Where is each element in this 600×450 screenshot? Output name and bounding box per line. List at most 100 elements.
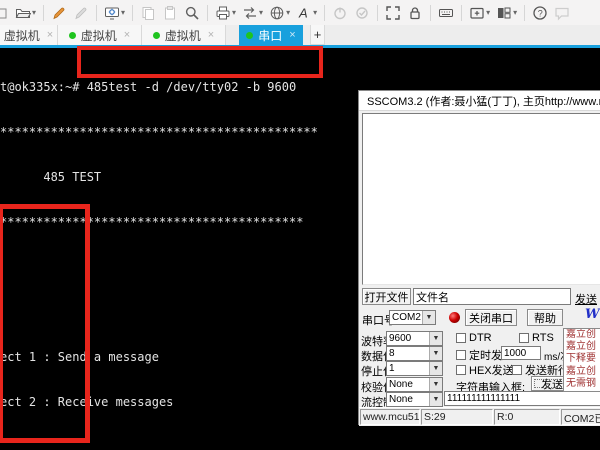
flow-value: None (389, 394, 429, 405)
tab-vm-1[interactable]: 虚拟机 × (0, 25, 58, 45)
globe-icon[interactable]: ▾ (266, 0, 293, 25)
ad-line: 下释要 (566, 353, 600, 365)
tab-vm-2[interactable]: 虚拟机 × (58, 25, 142, 45)
display-settings-icon[interactable]: ▾ (101, 0, 128, 25)
hex-send-label: HEX发送 (469, 362, 514, 378)
close-icon[interactable]: × (289, 29, 295, 41)
connect-icon[interactable] (48, 0, 70, 25)
annotation-box-recv-times (0, 204, 90, 443)
layout-icon[interactable]: ▾ (493, 0, 520, 25)
chevron-down-icon[interactable]: ▾ (286, 8, 290, 17)
svg-text:A: A (298, 5, 308, 20)
ad-line: 嘉立创 (566, 366, 600, 378)
hex-send-checkbox[interactable]: HEX发送 (456, 362, 514, 378)
help-button[interactable]: 帮助 (527, 309, 563, 326)
clipped-icon (0, 0, 12, 25)
chevron-down-icon[interactable]: ▼ (429, 332, 442, 345)
tab-vm-3[interactable]: 虚拟机 × (142, 25, 226, 45)
databits-select[interactable]: 8 ▼ (386, 346, 443, 361)
parity-select[interactable]: None ▼ (386, 377, 443, 392)
checkbox-icon (519, 333, 529, 343)
ad-line: 嘉立创 (566, 329, 600, 341)
toolbar-separator (43, 5, 44, 21)
status-site: www.mcu51.cor (360, 409, 420, 425)
tab-label: 虚拟机 (4, 27, 40, 44)
toolbar-separator (377, 5, 378, 21)
tab-serial[interactable]: 串口 × (239, 25, 303, 45)
serial-port-value: COM2 (392, 312, 422, 323)
new-tab-button[interactable]: + (310, 25, 325, 45)
status-bar: www.mcu51.cor S:29 R:0 COM2已打 (359, 407, 600, 426)
close-icon[interactable]: × (47, 29, 53, 41)
status-recv-count: R:0 (494, 409, 560, 425)
baud-select[interactable]: 9600 ▼ (386, 331, 443, 346)
svg-text:?: ? (538, 8, 543, 18)
send-file-link[interactable]: 发送 (575, 291, 597, 307)
checkbox-icon (456, 350, 466, 360)
open-file-button[interactable]: 打开文件 (362, 288, 411, 305)
window-title-bar[interactable]: SSCOM3.2 (作者:聂小猛(丁丁), 主页http://www.mcu (359, 91, 600, 111)
dtr-label: DTR (469, 332, 492, 344)
baud-value: 9600 (389, 333, 429, 344)
toolbar-separator (430, 5, 431, 21)
checkbox-icon (456, 333, 466, 343)
chevron-down-icon[interactable]: ▼ (429, 378, 442, 391)
chevron-down-icon[interactable]: ▾ (513, 8, 517, 17)
stopbits-select[interactable]: 1 ▼ (386, 361, 443, 376)
chevron-down-icon[interactable]: ▾ (32, 8, 36, 17)
power-icon (329, 0, 351, 25)
receive-text-area[interactable] (362, 113, 600, 285)
tab-label: 虚拟机 (165, 27, 201, 44)
toolbar-separator (324, 5, 325, 21)
chevron-down-icon[interactable]: ▾ (259, 8, 263, 17)
flow-select[interactable]: None ▼ (386, 392, 443, 407)
keyboard-icon[interactable] (435, 0, 457, 25)
website-mark: W (585, 307, 600, 322)
stopbits-value: 1 (389, 363, 429, 374)
lock-icon[interactable] (404, 0, 426, 25)
serial-port-select[interactable]: COM2 ▼ (389, 310, 436, 325)
chevron-down-icon[interactable]: ▾ (313, 8, 317, 17)
chevron-down-icon[interactable]: ▼ (422, 311, 435, 324)
chevron-down-icon[interactable]: ▼ (429, 347, 442, 360)
window-title: SSCOM3.2 (作者:聂小猛(丁丁), 主页http://www.mcu (367, 93, 600, 109)
chevron-down-icon[interactable]: ▾ (121, 8, 125, 17)
chat-icon (551, 0, 573, 25)
rts-label: RTS (532, 332, 554, 344)
help-icon[interactable]: ? (529, 0, 551, 25)
paste-icon (159, 0, 181, 25)
tab-label: 串口 (258, 27, 282, 44)
annotation-box-command (77, 46, 323, 78)
tab-bar: 虚拟机 × 虚拟机 × 虚拟机 × 串口 × + (0, 25, 600, 45)
rts-checkbox[interactable]: RTS (519, 332, 554, 344)
transfer-icon[interactable]: ▾ (239, 0, 266, 25)
search-icon[interactable] (181, 0, 203, 25)
chevron-down-icon[interactable]: ▾ (486, 8, 490, 17)
sscom-window: SSCOM3.2 (作者:聂小猛(丁丁), 主页http://www.mcu 打… (358, 90, 600, 425)
folder-open-icon[interactable]: ▾ (12, 0, 39, 25)
close-icon[interactable]: × (208, 29, 214, 41)
chevron-down-icon[interactable]: ▾ (232, 8, 236, 17)
chevron-down-icon[interactable]: ▼ (429, 393, 442, 406)
font-icon[interactable]: A ▾ (293, 0, 320, 25)
add-folder-icon[interactable]: ▾ (466, 0, 493, 25)
parity-value: None (389, 379, 429, 390)
toolbar-separator (461, 5, 462, 21)
chevron-down-icon[interactable]: ▼ (429, 362, 442, 375)
fullscreen-icon[interactable] (382, 0, 404, 25)
close-serial-button[interactable]: 关闭串口 (465, 309, 517, 326)
dtr-checkbox[interactable]: DTR (456, 332, 492, 344)
screen: ▾ ▾ ▾ ▾ ▾ A ▾ (0, 0, 600, 450)
timed-interval-input[interactable] (501, 346, 541, 360)
toolbar-separator (132, 5, 133, 21)
checkbox-icon (456, 365, 466, 375)
string-input[interactable] (444, 391, 600, 406)
tab-status-dot-icon (69, 32, 76, 39)
filename-input[interactable] (413, 288, 571, 305)
close-icon[interactable]: × (124, 29, 130, 41)
checkbox-icon (512, 365, 522, 375)
print-icon[interactable]: ▾ (212, 0, 239, 25)
power-alt-icon (351, 0, 373, 25)
port-status-led-icon (449, 312, 460, 323)
copy-icon (137, 0, 159, 25)
